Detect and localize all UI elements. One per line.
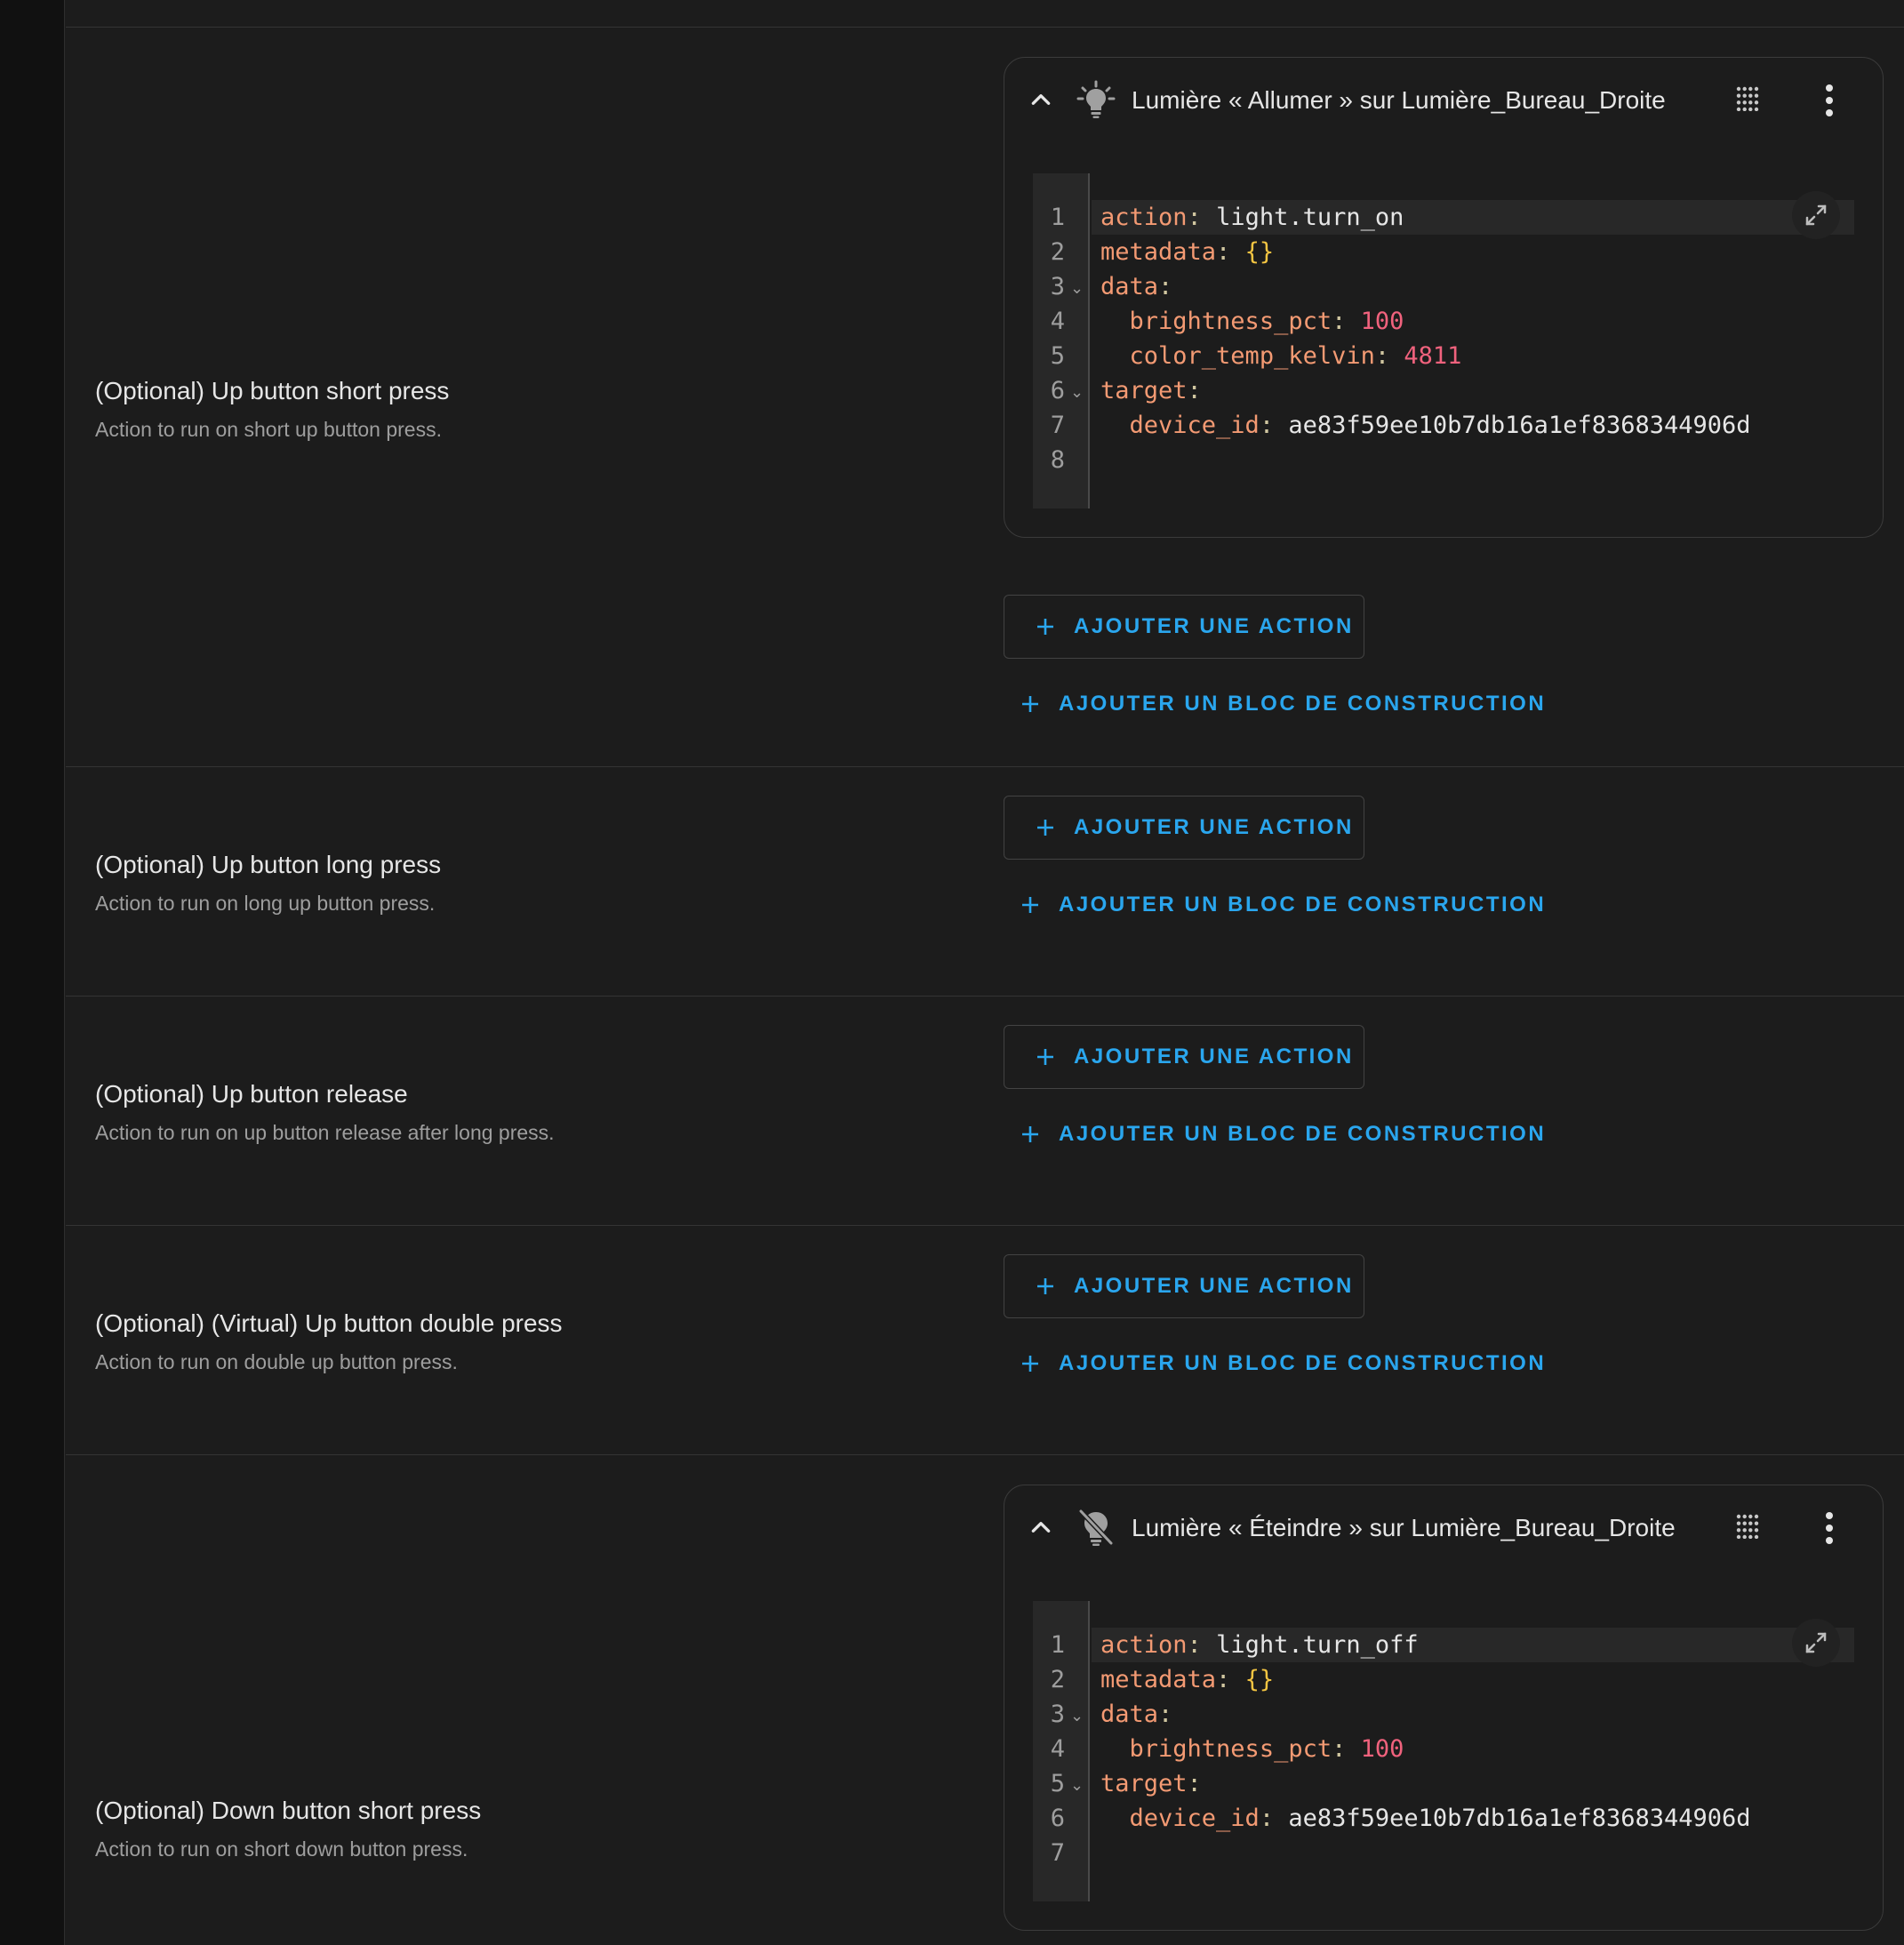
lightbulb-off-icon <box>1078 1509 1114 1546</box>
code-line: data: <box>1100 1701 1173 1728</box>
action-card-header[interactable]: Lumière « Éteindre » sur Lumière_Bureau_… <box>1004 1485 1883 1571</box>
section-down-short-press: (Optional) Down button short press Actio… <box>66 1455 1904 1945</box>
code-line: brightness_pct: 100 <box>1129 1735 1404 1763</box>
add-action-button[interactable]: AJOUTER UNE ACTION <box>1004 1025 1364 1089</box>
section-up-double-press: (Optional) (Virtual) Up button double pr… <box>66 1226 1904 1455</box>
yaml-editor[interactable]: 1 2 3 ⌄ 4 5 6 ⌄ 7 8 action: light.turn_o… <box>1033 173 1854 508</box>
fold-chevron-icon[interactable]: ⌄ <box>1070 373 1084 408</box>
code-line: action: light.turn_off <box>1092 1628 1854 1662</box>
add-action-button[interactable]: AJOUTER UNE ACTION <box>1004 1254 1364 1318</box>
line-number: 8 <box>1050 446 1065 474</box>
add-building-block-button[interactable]: AJOUTER UN BLOC DE CONSTRUCTION <box>1004 1108 1544 1161</box>
line-gutter: 1 2 3 ⌄ 4 5 6 ⌄ 7 8 <box>1033 173 1090 508</box>
add-building-block-button[interactable]: AJOUTER UN BLOC DE CONSTRUCTION <box>1004 1337 1544 1390</box>
line-number: 6 <box>1050 377 1065 404</box>
section-title: (Optional) Up button short press <box>95 377 450 404</box>
section-up-long-press: (Optional) Up button long press Action t… <box>66 767 1904 997</box>
section-description: Action to run on short up button press. <box>95 418 442 441</box>
code-line: action: light.turn_on <box>1092 200 1854 235</box>
action-list: Lumière « Éteindre » sur Lumière_Bureau_… <box>1004 1485 1884 1931</box>
sidebar-rail <box>0 0 65 1945</box>
section-title: (Optional) Up button long press <box>95 851 442 878</box>
line-number: 3 <box>1050 273 1065 300</box>
line-number: 6 <box>1050 1805 1065 1832</box>
line-number: 4 <box>1050 308 1065 335</box>
section-description: Action to run on double up button press. <box>95 1350 458 1373</box>
line-number: 7 <box>1050 412 1065 439</box>
more-menu-icon[interactable] <box>1824 84 1835 116</box>
yaml-editor[interactable]: 1 2 3 ⌄ 4 5 ⌄ 6 7 action: light.turn_off… <box>1033 1601 1854 1901</box>
drag-handle-icon[interactable] <box>1735 1514 1760 1539</box>
line-number: 1 <box>1050 1631 1065 1659</box>
line-number: 2 <box>1050 238 1065 266</box>
action-card-title: Lumière « Allumer » sur Lumière_Bureau_D… <box>1132 86 1666 114</box>
add-action-button[interactable]: AJOUTER UNE ACTION <box>1004 796 1364 860</box>
section-up-short-press: (Optional) Up button short press Action … <box>66 28 1904 767</box>
line-number: 4 <box>1050 1735 1065 1763</box>
add-action-button[interactable]: AJOUTER UNE ACTION <box>1004 595 1364 659</box>
code-line: color_temp_kelvin: 4811 <box>1129 342 1462 370</box>
code-line: data: <box>1100 273 1173 300</box>
fold-chevron-icon[interactable]: ⌄ <box>1070 269 1084 304</box>
code-line: device_id: ae83f59ee10b7db16a1ef83683449… <box>1129 412 1751 439</box>
chevron-up-icon[interactable] <box>1029 1516 1052 1539</box>
expand-icon <box>1805 204 1827 226</box>
section-label: (Optional) Up button short press Action … <box>95 375 984 443</box>
fullscreen-button[interactable] <box>1792 191 1840 239</box>
code-line: metadata: {} <box>1100 238 1275 266</box>
section-label: (Optional) Up button long press Action t… <box>95 849 984 916</box>
action-card: Lumière « Éteindre » sur Lumière_Bureau_… <box>1004 1485 1884 1931</box>
section-up-release: (Optional) Up button release Action to r… <box>66 997 1904 1226</box>
code-line: target: <box>1100 1770 1202 1797</box>
line-number: 1 <box>1050 204 1065 231</box>
action-card-title: Lumière « Éteindre » sur Lumière_Bureau_… <box>1132 1514 1676 1541</box>
code-line: metadata: {} <box>1100 1666 1275 1693</box>
line-number: 3 <box>1050 1701 1065 1728</box>
drag-handle-icon[interactable] <box>1735 86 1760 111</box>
line-number: 2 <box>1050 1666 1065 1693</box>
plus-icon <box>1037 619 1053 635</box>
previous-section-edge <box>66 0 1904 28</box>
expand-icon <box>1805 1632 1827 1653</box>
line-gutter: 1 2 3 ⌄ 4 5 ⌄ 6 7 <box>1033 1601 1090 1901</box>
fold-chevron-icon[interactable]: ⌄ <box>1070 1697 1084 1732</box>
section-description: Action to run on up button release after… <box>95 1121 555 1144</box>
fullscreen-button[interactable] <box>1792 1619 1840 1667</box>
add-building-block-button[interactable]: AJOUTER UN BLOC DE CONSTRUCTION <box>1004 677 1544 731</box>
section-description: Action to run on long up button press. <box>95 892 436 915</box>
code-line: brightness_pct: 100 <box>1129 308 1404 335</box>
more-menu-icon[interactable] <box>1824 1512 1835 1544</box>
lightbulb-on-icon <box>1076 80 1116 118</box>
section-title: (Optional) (Virtual) Up button double pr… <box>95 1309 563 1337</box>
automation-editor: (Optional) Up button short press Action … <box>0 0 1904 1945</box>
code-line: target: <box>1100 377 1202 404</box>
line-number: 7 <box>1050 1839 1065 1867</box>
plus-icon <box>1022 1126 1038 1142</box>
code-line: device_id: ae83f59ee10b7db16a1ef83683449… <box>1129 1805 1751 1832</box>
section-title: (Optional) Down button short press <box>95 1797 482 1824</box>
plus-icon <box>1022 696 1038 712</box>
action-card-header[interactable]: Lumière « Allumer » sur Lumière_Bureau_D… <box>1004 58 1883 143</box>
add-building-block-button[interactable]: AJOUTER UN BLOC DE CONSTRUCTION <box>1004 878 1544 932</box>
section-label: (Optional) Down button short press Actio… <box>95 1795 984 1862</box>
plus-icon <box>1022 897 1038 913</box>
plus-icon <box>1037 1278 1053 1294</box>
section-label: (Optional) (Virtual) Up button double pr… <box>95 1308 984 1375</box>
section-description: Action to run on short down button press… <box>95 1837 468 1861</box>
action-list: Lumière « Allumer » sur Lumière_Bureau_D… <box>1004 57 1884 716</box>
line-number: 5 <box>1050 342 1065 370</box>
section-title: (Optional) Up button release <box>95 1080 408 1108</box>
fold-chevron-icon[interactable]: ⌄ <box>1070 1766 1084 1801</box>
chevron-up-icon[interactable] <box>1029 88 1052 111</box>
plus-icon <box>1037 820 1053 836</box>
plus-icon <box>1022 1356 1038 1372</box>
action-card: Lumière « Allumer » sur Lumière_Bureau_D… <box>1004 57 1884 538</box>
line-number: 5 <box>1050 1770 1065 1797</box>
section-label: (Optional) Up button release Action to r… <box>95 1078 984 1146</box>
plus-icon <box>1037 1049 1053 1065</box>
